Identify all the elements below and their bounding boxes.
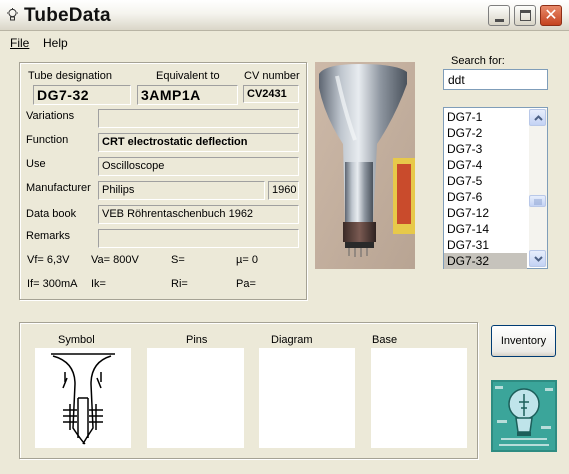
- window-title: TubeData: [24, 5, 111, 26]
- variations-field[interactable]: [98, 109, 299, 128]
- variations-label: Variations: [26, 110, 75, 122]
- va-value: Va= 800V: [91, 254, 139, 266]
- year-field[interactable]: 1960: [268, 181, 299, 200]
- tube-listbox[interactable]: DG7-1 DG7-2 DG7-3 DG7-4 DG7-5 DG7-6 DG7-…: [443, 107, 548, 269]
- search-input[interactable]: ddt: [443, 69, 548, 90]
- equivalent-label: Equivalent to: [156, 70, 220, 82]
- use-label: Use: [26, 158, 46, 170]
- list-item-selected[interactable]: DG7-32: [444, 253, 527, 269]
- list-item[interactable]: DG7-2: [444, 125, 527, 141]
- use-field[interactable]: Oscilloscope: [98, 157, 299, 176]
- menu-help[interactable]: Help: [43, 36, 68, 50]
- symbol-box: [35, 348, 131, 448]
- diagram-box: [259, 348, 355, 448]
- cv-label: CV number: [244, 70, 300, 82]
- if-value: If= 300mA: [27, 278, 78, 290]
- pins-label: Pins: [186, 334, 208, 346]
- databook-field[interactable]: VEB Röhrentaschenbuch 1962: [98, 205, 299, 224]
- manufacturer-field[interactable]: Philips: [98, 181, 265, 200]
- tube-symbol-image: [51, 353, 115, 445]
- remarks-label: Remarks: [26, 230, 71, 242]
- list-item[interactable]: DG7-5: [444, 173, 527, 189]
- s-value: S=: [171, 254, 185, 266]
- minimize-icon: [495, 19, 504, 22]
- list-item[interactable]: DG7-1: [444, 109, 527, 125]
- manufacturer-label: Manufacturer: [26, 182, 91, 194]
- scroll-thumb[interactable]: [529, 195, 546, 207]
- mu-value: µ= 0: [236, 254, 258, 266]
- search-label: Search for:: [451, 55, 505, 67]
- list-item[interactable]: DG7-12: [444, 205, 527, 221]
- function-label: Function: [26, 134, 69, 146]
- scroll-down-button[interactable]: [529, 250, 546, 267]
- pins-box: [147, 348, 244, 448]
- ik-value: Ik=: [91, 278, 106, 290]
- pa-value: Pa=: [236, 278, 256, 290]
- symbol-label: Symbol: [58, 334, 95, 346]
- designation-field[interactable]: DG7-32: [33, 85, 131, 105]
- scroll-down-icon: [534, 256, 543, 262]
- list-item[interactable]: DG7-3: [444, 141, 527, 157]
- lightbulb-icon: [7, 8, 18, 21]
- maximize-icon: [520, 10, 531, 21]
- minimize-button[interactable]: [488, 5, 510, 26]
- list-item[interactable]: DG7-6: [444, 189, 527, 205]
- close-button[interactable]: ✕: [540, 5, 562, 26]
- inventory-button[interactable]: Inventory: [491, 325, 556, 357]
- title-bar[interactable]: TubeData ✕: [0, 0, 569, 31]
- list-item[interactable]: DG7-31: [444, 237, 527, 253]
- maximize-button[interactable]: [514, 5, 536, 26]
- menu-file[interactable]: File: [10, 36, 29, 50]
- databook-label: Data book: [26, 208, 77, 220]
- equivalent-field[interactable]: 3AMP1A: [137, 85, 238, 105]
- base-label: Base: [372, 334, 398, 346]
- remarks-field[interactable]: [98, 229, 299, 248]
- vf-value: Vf= 6,3V: [27, 254, 70, 266]
- list-item[interactable]: DG7-4: [444, 157, 527, 173]
- close-icon: ✕: [544, 7, 558, 24]
- tube-photo: [315, 62, 415, 269]
- list-item[interactable]: DG7-14: [444, 221, 527, 237]
- scroll-thumb-icon: [534, 199, 542, 205]
- function-field[interactable]: CRT electrostatic deflection: [98, 133, 299, 152]
- cv-field[interactable]: CV2431: [243, 85, 299, 103]
- tube-logo-image: [491, 380, 557, 452]
- scroll-up-icon: [534, 115, 543, 121]
- ri-value: Ri=: [171, 278, 188, 290]
- scroll-up-button[interactable]: [529, 109, 546, 126]
- designation-label: Tube designation: [28, 70, 112, 82]
- base-box: [371, 348, 467, 448]
- diagram-label: Diagram: [271, 334, 313, 346]
- list-scrollbar[interactable]: [529, 109, 547, 267]
